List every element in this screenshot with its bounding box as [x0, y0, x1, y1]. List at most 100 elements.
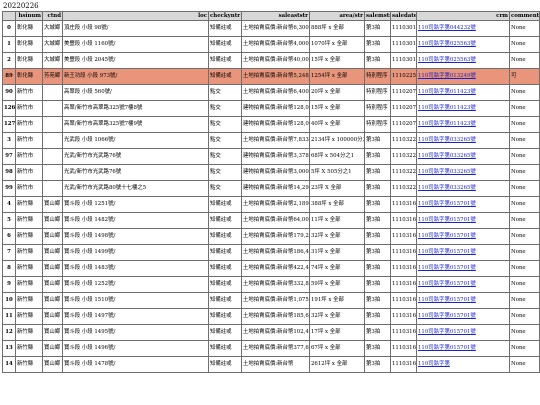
case-number-link[interactable]: 110司執字第033265號	[418, 137, 476, 143]
cell-check: 知備註或	[208, 292, 242, 309]
cell-comment: None	[509, 196, 540, 213]
cell-address: 高翠段 小段 560號/	[62, 84, 209, 101]
cell-town: 新竹市	[15, 84, 43, 101]
cell-area: 1070坪 x 全部	[309, 36, 365, 53]
cell-case-no: 110司執字第015701號	[416, 244, 510, 261]
cell-check: 知備註或	[208, 356, 242, 373]
cell-index: 14	[2, 356, 16, 373]
table-row: 126 新竹市 高翠/新竹市高翠路325號7樓8號 點交 建物拍賣底價:新台幣128,0…	[2, 100, 540, 117]
case-number-link[interactable]: 110司執字第015701號	[418, 201, 476, 207]
case-number-link[interactable]: 110司執字第033265號	[418, 153, 476, 159]
case-number-link[interactable]: 110司執字第	[418, 361, 450, 367]
cell-check: 點交	[208, 132, 242, 149]
cell-sale-price: 土地拍賣底價:新台幣	[241, 356, 310, 373]
case-number-link[interactable]: 110司執字第015701號	[418, 345, 476, 351]
cell-round: 第3拍	[364, 260, 391, 277]
cell-sale-date: 1110207	[390, 84, 417, 101]
case-number-link[interactable]: 110司執字第015701號	[418, 297, 476, 303]
case-number-link[interactable]: 110司執字第013249號	[418, 73, 476, 79]
cell-index: 5	[2, 212, 16, 229]
cell-sale-price: 土地拍賣底價:新台幣179,200元	[241, 228, 310, 245]
cell-round: 第3拍	[364, 292, 391, 309]
cell-town: 新竹縣	[15, 340, 43, 357]
cell-round: 特別程序	[364, 68, 391, 85]
table-row: 12 新竹縣 寶山鄉 寶斗段 小段 1495號/知備註或 土地拍賣底價:新台幣102,4…	[2, 324, 540, 341]
cell-round: 第3拍	[364, 228, 391, 245]
cell-index: 3	[2, 132, 16, 149]
table-row: 90新竹市 高翠段 小段 560號/點交土地拍賣底價:新台幣6,400,000元2…	[2, 84, 540, 101]
case-number-link[interactable]: 110司執字第015701號	[418, 233, 476, 239]
cell-comment: None	[509, 276, 540, 293]
case-number-link[interactable]: 110司執字第015701號	[418, 329, 476, 335]
cell-area: 20坪 x 全部	[309, 84, 365, 101]
cell-comment: None	[509, 148, 540, 165]
cell-check: 點交	[208, 148, 242, 165]
cell-round: 第3拍	[364, 324, 391, 341]
col-header-index	[2, 11, 16, 21]
cell-sale-price: 建物拍賣底價:新台幣3,000元	[241, 164, 310, 181]
cell-area: 32坪 x 全部	[309, 308, 365, 325]
cell-sale-date: 1110316	[390, 228, 417, 245]
cell-case-no: 110司執字第011423號	[416, 100, 510, 117]
case-number-link[interactable]: 110司執字第011423號	[418, 121, 476, 127]
cell-village	[42, 100, 63, 117]
cell-sale-price: 土地拍賣底價:新台幣64,000元	[241, 212, 310, 229]
cell-sale-price: 土地拍賣底價:新台幣4,000,000元	[241, 36, 310, 53]
case-number-link[interactable]: 110司執字第033265號	[418, 185, 476, 191]
cell-area: 74坪 x 全部	[309, 260, 365, 277]
case-number-link[interactable]: 110司執字第011423號	[418, 105, 476, 111]
table-row: 99新竹市 光武/新竹市光武路80號十七樓之5點交建物拍賣底價:新台幣14,295…	[2, 180, 540, 197]
case-number-link[interactable]: 110司執字第025563號	[418, 41, 476, 47]
cell-sale-date: 1110316	[390, 196, 417, 213]
cell-address: 頂庄段 小段 98號/	[62, 20, 209, 37]
col-header-ctnd: ctnd	[42, 11, 63, 21]
case-number-link[interactable]: 110司執字第015701號	[418, 313, 476, 319]
cell-address: 新王功段 小段 973號/	[62, 68, 209, 85]
case-number-link[interactable]: 110司執字第015701號	[418, 249, 476, 255]
cell-village	[42, 148, 63, 165]
case-number-link[interactable]: 110司執字第011423號	[418, 89, 476, 95]
case-number-link[interactable]: 110司執字第015701號	[418, 265, 476, 271]
case-number-link[interactable]: 110司執字第015701號	[418, 217, 476, 223]
cell-address: 高翠/新竹市高翠路325號7樓9號	[62, 116, 209, 133]
cell-area: 23坪 X 全部	[309, 180, 365, 197]
cell-sale-date: 1110316	[390, 340, 417, 357]
cell-comment: None	[509, 20, 540, 37]
cell-area: 5坪 X 505分之1	[309, 164, 365, 181]
cell-village: 大城鄉	[42, 36, 63, 53]
cell-case-no: 110司執字第044232號	[416, 20, 510, 37]
cell-town: 新竹市	[15, 180, 43, 197]
case-number-link[interactable]: 110司執字第025563號	[418, 57, 476, 63]
table-row: 8新竹縣寶山鄉寶斗段 小段 1483號/知備註或土地拍賣底價:新台幣422,40…	[2, 260, 540, 277]
cell-case-no: 110司執字第033265號	[416, 180, 510, 197]
table-header-row: hsinum ctnd loc checkyntr saleaststr are…	[2, 11, 540, 21]
cell-case-no: 110司執字第015701號	[416, 324, 510, 341]
case-number-link[interactable]: 110司執字第044232號	[418, 25, 476, 31]
cell-round: 第3拍	[364, 308, 391, 325]
cell-index: 9	[2, 276, 16, 293]
cell-check: 點交	[208, 180, 242, 197]
case-number-link[interactable]: 110司執字第033265號	[418, 169, 476, 175]
cell-village	[42, 180, 63, 197]
cell-village: 寶山鄉	[42, 212, 63, 229]
case-number-link[interactable]: 110司執字第015701號	[418, 281, 476, 287]
cell-comment: None	[509, 180, 540, 197]
cell-case-no: 110司執字第033265號	[416, 132, 510, 149]
cell-comment: None	[509, 52, 540, 69]
cell-town: 新竹縣	[15, 260, 43, 277]
cell-sale-date: 1110301	[390, 36, 417, 53]
cell-town: 新竹縣	[15, 196, 43, 213]
table-row: 97新竹市 光武/新竹市光武路76號點交建物拍賣底價:新台幣3,378,000元6…	[2, 148, 540, 165]
cell-address: 光武/新竹市光武路80號十七樓之5	[62, 180, 209, 197]
cell-case-no: 110司執字第015701號	[416, 228, 510, 245]
cell-sale-date: 1110316	[390, 324, 417, 341]
cell-case-no: 110司執字第015701號	[416, 276, 510, 293]
cell-sale-price: 土地拍賣底價:新台幣422,400元	[241, 260, 310, 277]
cell-round: 第3拍	[364, 340, 391, 357]
table-row: 1彰化縣大城鄉美豐段 小段 1160號/知備註或土地拍賣底價:新台幣4,000,…	[2, 36, 540, 53]
cell-round: 第3拍	[364, 244, 391, 261]
cell-town: 彰化縣	[15, 68, 43, 85]
table-row: 98 新竹市 光武/新竹市光武路76號 點交 建物拍賣底價:新台幣3,000元 5坪 X …	[2, 164, 540, 181]
cell-village: 寶山鄉	[42, 324, 63, 341]
cell-sale-price: 土地拍賣底價:新台幣7,833,000元	[241, 132, 310, 149]
